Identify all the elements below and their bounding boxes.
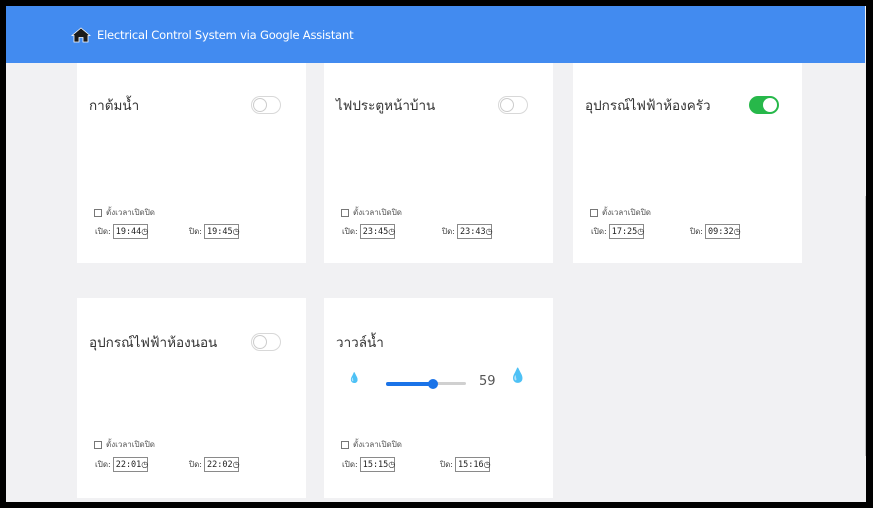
device-power-toggle[interactable] bbox=[749, 96, 779, 114]
close-time-input[interactable]: 23:43 ◷ bbox=[456, 224, 493, 239]
device-card: อุปกรณ์ไฟฟ้าห้องครัว ตั้งเวลาเปิดปิด เปิ… bbox=[573, 63, 802, 263]
timer-checkbox[interactable] bbox=[341, 208, 349, 217]
timer-checkbox-row[interactable]: ตั้งเวลาเปิดปิด bbox=[94, 206, 155, 219]
timer-checkbox[interactable] bbox=[94, 208, 102, 217]
timer-label: ตั้งเวลาเปิดปิด bbox=[602, 208, 652, 217]
toggle-knob bbox=[500, 98, 514, 112]
close-time-value: 23:43 bbox=[459, 226, 486, 237]
device-name: ไฟประตูหน้าบ้าน bbox=[336, 98, 436, 114]
clock-icon[interactable]: ◷ bbox=[637, 227, 644, 236]
timer-label: ตั้งเวลาเปิดปิด bbox=[106, 440, 156, 449]
open-time-group: เปิด: 19:44 ◷ bbox=[95, 224, 148, 239]
open-time-group: เปิด: 17:25 ◷ bbox=[591, 224, 644, 239]
slider-value: 59 bbox=[479, 374, 496, 389]
close-time-value: 15:16 bbox=[457, 459, 484, 470]
timer-checkbox-row[interactable]: ตั้งเวลาเปิดปิด bbox=[590, 206, 651, 219]
open-time-label: เปิด: bbox=[95, 227, 111, 236]
scrollbar-thumb[interactable] bbox=[865, 196, 866, 456]
slider-fill bbox=[386, 382, 433, 386]
slider-thumb[interactable] bbox=[428, 379, 438, 389]
close-time-value: 19:45 bbox=[206, 226, 233, 237]
timer-label: ตั้งเวลาเปิดปิด bbox=[353, 208, 403, 217]
timer-checkbox[interactable] bbox=[94, 440, 102, 449]
timer-checkbox[interactable] bbox=[341, 440, 349, 449]
device-power-toggle[interactable] bbox=[498, 96, 528, 114]
close-time-label: ปิด: bbox=[690, 227, 703, 236]
water-drop-low-icon: 💧 bbox=[348, 373, 361, 384]
timer-checkbox-row[interactable]: ตั้งเวลาเปิดปิด bbox=[341, 206, 402, 219]
device-power-toggle[interactable] bbox=[251, 333, 281, 351]
clock-icon[interactable]: ◷ bbox=[388, 227, 395, 236]
timer-label: ตั้งเวลาเปิดปิด bbox=[353, 440, 403, 449]
open-time-group: เปิด: 15:15 ◷ bbox=[342, 457, 395, 472]
open-time-input[interactable]: 15:15 ◷ bbox=[359, 457, 395, 472]
device-card: วาวล์น้ำ 💧 59 💧 ตั้งเวลาเปิดปิด เปิด: 15… bbox=[324, 298, 553, 498]
clock-icon[interactable]: ◷ bbox=[233, 227, 240, 236]
open-time-group: เปิด: 22:01 ◷ bbox=[95, 457, 148, 472]
device-power-toggle[interactable] bbox=[251, 96, 281, 114]
timer-checkbox[interactable] bbox=[590, 208, 598, 217]
toggle-knob bbox=[763, 98, 777, 112]
toggle-knob bbox=[253, 98, 267, 112]
close-time-input[interactable]: 09:32 ◷ bbox=[704, 224, 741, 239]
open-time-value: 17:25 bbox=[611, 226, 638, 237]
open-time-label: เปิด: bbox=[95, 460, 111, 469]
device-card: กาต้มน้ำ ตั้งเวลาเปิดปิด เปิด: 19:44 ◷ ปิ… bbox=[77, 63, 306, 263]
timer-checkbox-row[interactable]: ตั้งเวลาเปิดปิด bbox=[341, 438, 402, 451]
close-time-value: 22:02 bbox=[206, 459, 233, 470]
timer-checkbox-row[interactable]: ตั้งเวลาเปิดปิด bbox=[94, 438, 155, 451]
close-time-group: ปิด: 09:32 ◷ bbox=[690, 224, 741, 239]
timer-label: ตั้งเวลาเปิดปิด bbox=[106, 208, 156, 217]
open-time-input[interactable]: 23:45 ◷ bbox=[359, 224, 395, 239]
close-time-label: ปิด: bbox=[189, 227, 202, 236]
close-time-group: ปิด: 23:43 ◷ bbox=[442, 224, 493, 239]
toggle-knob bbox=[253, 335, 267, 349]
device-name: กาต้มน้ำ bbox=[89, 98, 140, 114]
clock-icon[interactable]: ◷ bbox=[233, 460, 240, 469]
close-time-group: ปิด: 19:45 ◷ bbox=[189, 224, 240, 239]
open-time-label: เปิด: bbox=[591, 227, 607, 236]
clock-icon[interactable]: ◷ bbox=[141, 460, 148, 469]
close-time-input[interactable]: 22:02 ◷ bbox=[203, 457, 240, 472]
clock-icon[interactable]: ◷ bbox=[484, 460, 491, 469]
device-name: อุปกรณ์ไฟฟ้าห้องครัว bbox=[585, 98, 711, 114]
close-time-label: ปิด: bbox=[189, 460, 202, 469]
open-time-group: เปิด: 23:45 ◷ bbox=[342, 224, 395, 239]
close-time-value: 09:32 bbox=[707, 226, 734, 237]
app-header: Electrical Control System via Google Ass… bbox=[6, 6, 866, 63]
close-time-group: ปิด: 15:16 ◷ bbox=[440, 457, 491, 472]
device-name: วาวล์น้ำ bbox=[336, 335, 384, 351]
home-icon[interactable] bbox=[71, 27, 91, 43]
clock-icon[interactable]: ◷ bbox=[486, 227, 493, 236]
app-title: Electrical Control System via Google Ass… bbox=[97, 28, 354, 42]
open-time-value: 23:45 bbox=[362, 226, 389, 237]
close-time-input[interactable]: 15:16 ◷ bbox=[454, 457, 491, 472]
water-drop-high-icon: 💧 bbox=[509, 368, 527, 384]
open-time-label: เปิด: bbox=[342, 227, 358, 236]
close-time-input[interactable]: 19:45 ◷ bbox=[203, 224, 240, 239]
open-time-input[interactable]: 17:25 ◷ bbox=[608, 224, 644, 239]
open-time-value: 15:15 bbox=[362, 459, 389, 470]
device-card: ไฟประตูหน้าบ้าน ตั้งเวลาเปิดปิด เปิด: 23… bbox=[324, 63, 553, 263]
clock-icon[interactable]: ◷ bbox=[141, 227, 148, 236]
open-time-value: 19:44 bbox=[115, 226, 142, 237]
close-time-group: ปิด: 22:02 ◷ bbox=[189, 457, 240, 472]
open-time-value: 22:01 bbox=[115, 459, 142, 470]
device-card: อุปกรณ์ไฟฟ้าห้องนอน ตั้งเวลาเปิดปิด เปิด… bbox=[77, 298, 306, 498]
open-time-input[interactable]: 22:01 ◷ bbox=[112, 457, 148, 472]
clock-icon[interactable]: ◷ bbox=[734, 227, 741, 236]
clock-icon[interactable]: ◷ bbox=[388, 460, 395, 469]
close-time-label: ปิด: bbox=[440, 460, 453, 469]
device-name: อุปกรณ์ไฟฟ้าห้องนอน bbox=[89, 335, 218, 351]
open-time-input[interactable]: 19:44 ◷ bbox=[112, 224, 148, 239]
app-window: Electrical Control System via Google Ass… bbox=[6, 6, 866, 502]
close-time-label: ปิด: bbox=[442, 227, 455, 236]
open-time-label: เปิด: bbox=[342, 460, 358, 469]
